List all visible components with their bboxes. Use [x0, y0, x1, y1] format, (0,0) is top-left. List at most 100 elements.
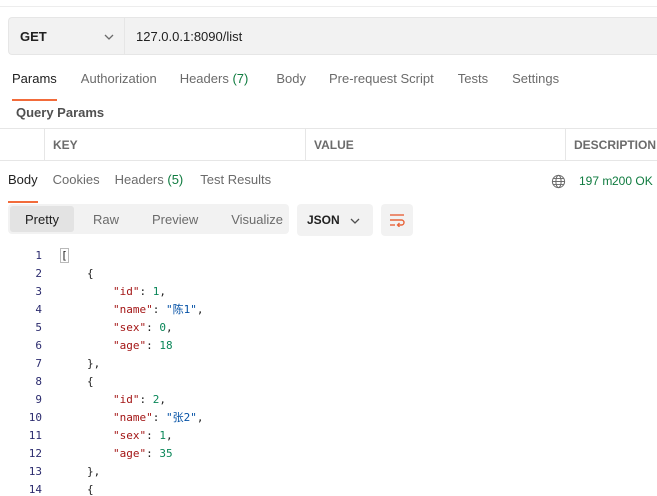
code-token: "sex" — [113, 320, 147, 334]
format-preview[interactable]: Preview — [144, 206, 206, 232]
language-select[interactable]: JSON — [297, 204, 373, 236]
code-token: "age" — [113, 446, 147, 460]
chevron-down-icon — [104, 34, 114, 40]
code-text: [ — [60, 247, 69, 263]
code-text: { — [87, 375, 94, 388]
line-number: 7 — [35, 356, 42, 370]
globe-icon[interactable] — [551, 174, 566, 189]
format-raw[interactable]: Raw — [84, 206, 128, 232]
format-tabs: Pretty Raw Preview Visualize — [8, 204, 289, 234]
response-tabs: Body Cookies Headers (5) Test Results — [8, 172, 271, 203]
line-number: 3 — [35, 284, 42, 298]
code-line: 12 "age": 35 — [0, 444, 657, 462]
code-token: { — [87, 374, 94, 388]
tab-headers[interactable]: Headers (7) — [180, 71, 249, 93]
tab-response-headers[interactable]: Headers (5) — [115, 172, 184, 194]
code-line: 4 "name": "陈1", — [0, 300, 657, 318]
code-token: : — [139, 284, 153, 298]
line-number: 11 — [28, 428, 42, 442]
code-text: "age": 18 — [113, 339, 173, 352]
code-text: "id": 2, — [113, 393, 166, 406]
code-text: }, — [87, 465, 100, 478]
line-number: 14 — [28, 482, 42, 496]
code-token: "name" — [113, 411, 153, 424]
method-label: GET — [20, 28, 47, 44]
code-token: "id" — [113, 284, 140, 298]
response-time[interactable]: 197 m — [579, 174, 612, 188]
code-token: }, — [87, 356, 101, 370]
code-token: "陈1" — [166, 303, 197, 316]
code-text: "age": 35 — [113, 447, 173, 460]
code-token: , — [159, 284, 166, 298]
code-line: 10 "name": "张2", — [0, 408, 657, 426]
format-pretty[interactable]: Pretty — [10, 206, 74, 232]
code-token: : — [152, 411, 166, 424]
headers-count: (7) — [232, 71, 249, 86]
tab-pre-request-script[interactable]: Pre-request Script — [329, 71, 434, 93]
url-text: 127.0.0.1:8090/list — [136, 28, 243, 44]
code-line: 3 "id": 1, — [0, 282, 657, 300]
tab-response-body[interactable]: Body — [8, 172, 38, 203]
tab-tests[interactable]: Tests — [458, 71, 488, 93]
code-line: 9 "id": 2, — [0, 390, 657, 408]
code-token: , — [196, 411, 204, 424]
code-line: 2{ — [0, 264, 657, 282]
code-text: "id": 1, — [113, 285, 166, 298]
code-text: }, — [87, 357, 100, 370]
code-line: 7}, — [0, 354, 657, 372]
wrap-lines-icon — [390, 214, 405, 227]
code-line: 5 "sex": 0, — [0, 318, 657, 336]
column-divider — [565, 129, 566, 160]
tab-cookies[interactable]: Cookies — [53, 172, 100, 194]
line-number: 6 — [35, 338, 42, 352]
language-label: JSON — [307, 213, 340, 227]
params-table-header: KEY VALUE DESCRIPTION — [0, 128, 657, 161]
code-token: 35 — [159, 446, 173, 460]
code-token: "name" — [113, 303, 153, 316]
code-token: "id" — [113, 392, 140, 406]
response-status: 200 OK 197 m — [551, 172, 653, 190]
line-number: 12 — [28, 446, 42, 460]
url-input[interactable]: 127.0.0.1:8090/list — [124, 17, 657, 55]
code-line: 8{ — [0, 372, 657, 390]
code-text: "sex": 0, — [113, 321, 173, 334]
response-headers-count: (5) — [167, 172, 184, 187]
code-token: { — [87, 482, 94, 496]
code-token: 1 — [159, 428, 166, 442]
code-token: : — [139, 392, 153, 406]
code-token: { — [87, 266, 94, 280]
tab-authorization[interactable]: Authorization — [81, 71, 157, 93]
code-token: : — [146, 428, 160, 442]
code-text: { — [87, 267, 94, 280]
code-token: 18 — [159, 338, 173, 352]
line-number: 1 — [35, 248, 42, 262]
wrap-lines-button[interactable] — [381, 204, 413, 236]
column-divider — [44, 129, 45, 160]
status-code[interactable]: 200 OK — [612, 174, 653, 188]
format-visualize[interactable]: Visualize — [223, 206, 291, 232]
code-token: , — [159, 392, 166, 406]
line-number: 10 — [28, 410, 42, 424]
line-number: 5 — [35, 320, 42, 334]
tab-body[interactable]: Body — [276, 71, 306, 93]
line-number: 2 — [35, 266, 42, 280]
request-bar: GET 127.0.0.1:8090/list — [8, 17, 657, 55]
tab-test-results[interactable]: Test Results — [200, 172, 271, 194]
code-token: "sex" — [113, 428, 147, 442]
code-text: "name": "张2", — [113, 409, 204, 425]
response-body-editor[interactable]: 1[2{3 "id": 1, 4 "name": "陈1", 5 "sex": 0, 6 "a… — [0, 246, 657, 496]
code-text: "sex": 1, — [113, 429, 173, 442]
column-value: VALUE — [314, 137, 354, 152]
top-divider — [0, 6, 657, 7]
code-line: 13}, — [0, 462, 657, 480]
tab-params[interactable]: Params — [12, 71, 57, 101]
code-token: : — [146, 320, 160, 334]
code-token: : — [146, 338, 160, 352]
code-line: 6 "age": 18 — [0, 336, 657, 354]
chevron-down-icon — [350, 218, 360, 224]
column-description: DESCRIPTION — [574, 137, 657, 152]
tab-settings[interactable]: Settings — [512, 71, 559, 93]
line-number: 9 — [35, 392, 42, 406]
code-token: : — [152, 303, 166, 316]
method-select[interactable]: GET — [8, 17, 124, 55]
